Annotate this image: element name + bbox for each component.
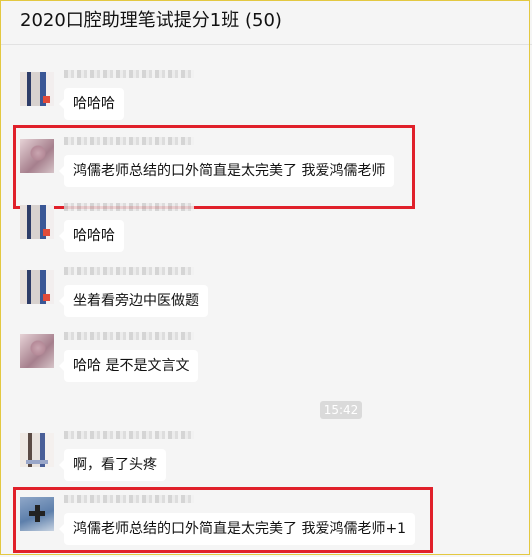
timestamp: 15:42	[320, 401, 362, 419]
highlight-box	[13, 487, 433, 553]
avatar[interactable]	[20, 205, 54, 239]
sender-name-blurred	[64, 431, 194, 439]
message-bubble[interactable]: 哈哈 是不是文言文	[58, 350, 199, 382]
sender-name-blurred	[64, 203, 194, 211]
avatar[interactable]	[20, 270, 54, 304]
chat-title: 2020口腔助理笔试提分1班 (50)	[20, 10, 282, 31]
chat-header: 2020口腔助理笔试提分1班 (50)	[0, 0, 532, 45]
message-bubble[interactable]: 哈哈哈	[59, 220, 124, 252]
message-bubble[interactable]: 坐着看旁边中医做题	[59, 285, 208, 317]
avatar[interactable]	[20, 433, 54, 467]
message-bubble[interactable]: 哈哈哈	[59, 88, 124, 120]
sender-name-blurred	[64, 70, 194, 78]
highlight-box	[13, 125, 415, 209]
message-bubble[interactable]: 啊，看了头疼	[59, 449, 166, 481]
sender-name-blurred	[64, 267, 194, 275]
avatar[interactable]	[20, 334, 54, 368]
sender-name-blurred	[64, 332, 194, 340]
avatar[interactable]	[20, 72, 54, 106]
